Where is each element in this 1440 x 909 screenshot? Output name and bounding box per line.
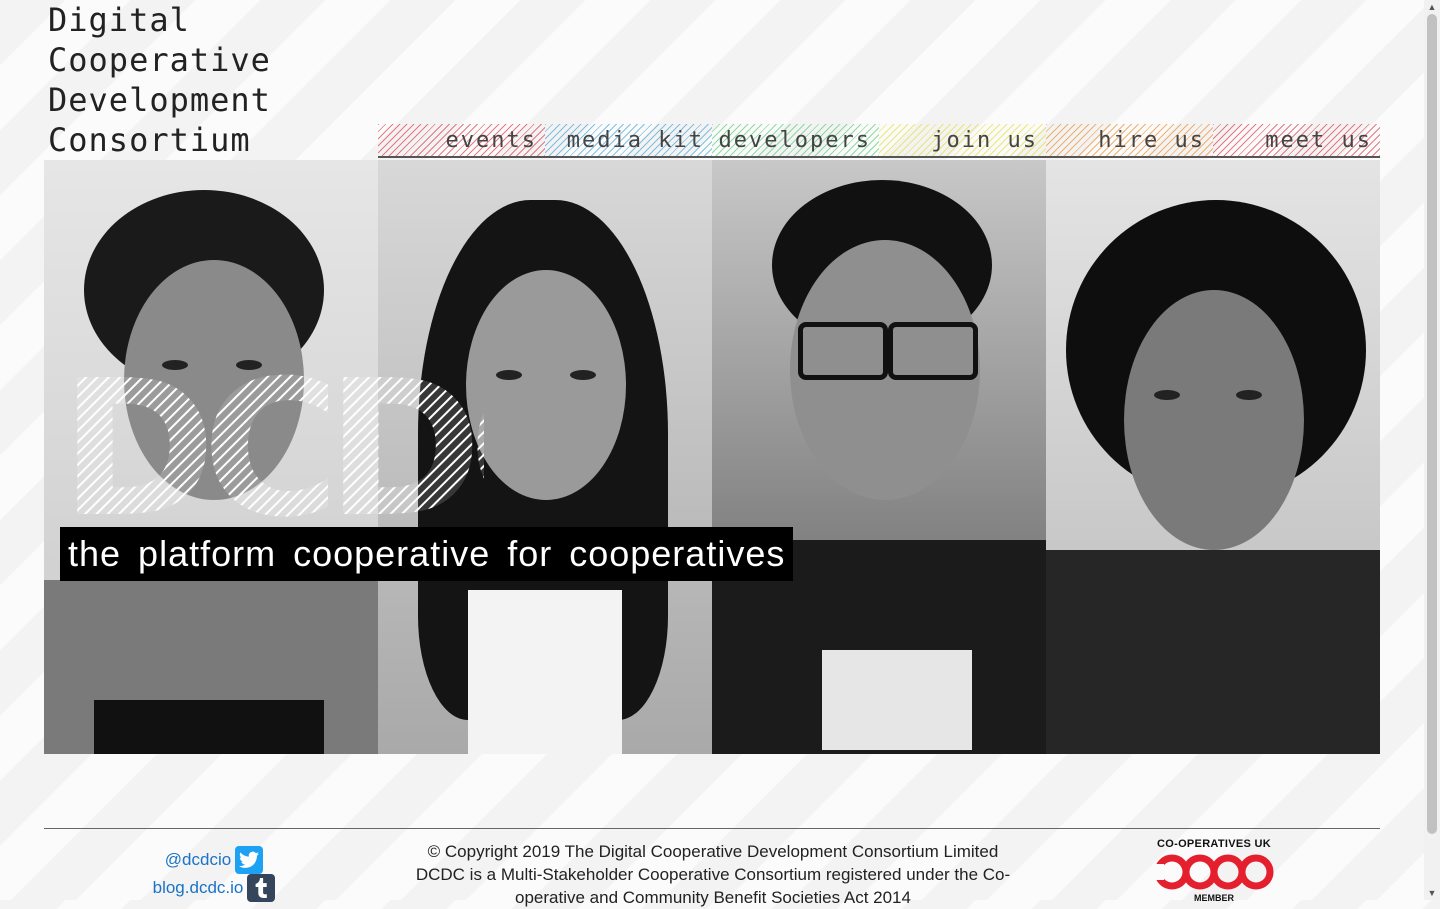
footer-divider xyxy=(44,828,1380,829)
site-title[interactable]: Digital Cooperative Development Consorti… xyxy=(48,0,378,160)
blog-link[interactable]: blog.dcdc.io xyxy=(144,874,284,902)
nav-item-label: media kit xyxy=(566,128,704,153)
legal-text: DCDC is a Multi-Stakeholder Cooperative … xyxy=(415,865,1011,907)
hero-banner: DCDC the platform cooperative for cooper… xyxy=(44,160,1380,754)
scrollbar-thumb[interactable] xyxy=(1427,14,1437,834)
logo-text: DCDC xyxy=(60,368,484,518)
nav-item-label: events xyxy=(445,128,537,153)
nav-item-label: meet us xyxy=(1265,128,1372,153)
social-links: @dcdcio blog.dcdc.io xyxy=(144,846,284,902)
coop-badge-bottom: MEMBER xyxy=(1194,893,1234,903)
coop-badge-top: CO-OPERATIVES UK xyxy=(1157,838,1271,850)
nav-item-media-kit[interactable]: media kit xyxy=(545,124,712,158)
page: Digital Cooperative Development Consorti… xyxy=(44,0,1380,907)
twitter-link[interactable]: @dcdcio xyxy=(144,846,284,874)
site-title-line-2: Cooperative xyxy=(48,41,271,79)
coop-logo-icon xyxy=(1152,854,1274,890)
twitter-icon xyxy=(235,846,264,874)
scroll-down-arrow-icon[interactable]: ▼ xyxy=(1427,888,1437,898)
dcdc-logo-mark: DCDC xyxy=(60,368,484,518)
nav-item-events[interactable]: events xyxy=(378,124,545,158)
site-title-line-1: Digital xyxy=(48,1,190,39)
nav-item-developers[interactable]: developers xyxy=(712,124,879,158)
twitter-link-label: @dcdcio xyxy=(164,850,232,869)
nav-item-label: hire us xyxy=(1098,128,1205,153)
copyright-text: © Copyright 2019 The Digital Cooperative… xyxy=(427,842,999,861)
scroll-up-arrow-icon[interactable]: ▲ xyxy=(1427,2,1437,12)
blog-link-label: blog.dcdc.io xyxy=(152,878,244,897)
nav-item-join-us[interactable]: join us xyxy=(879,124,1046,158)
nav-item-meet-us[interactable]: meet us xyxy=(1213,124,1380,158)
nav-item-label: developers xyxy=(718,128,871,153)
footer-legal: © Copyright 2019 The Digital Cooperative… xyxy=(388,840,1038,909)
main-nav: events media kit developers join us hire… xyxy=(378,124,1380,160)
nav-item-hire-us[interactable]: hire us xyxy=(1046,124,1213,158)
nav-item-label: join us xyxy=(931,128,1038,153)
site-title-line-3: Development xyxy=(48,81,271,119)
team-photo-3 xyxy=(712,160,1046,754)
page-scrollbar[interactable]: ▲ ▼ xyxy=(1424,0,1440,900)
tumblr-icon xyxy=(247,874,276,902)
team-photo-4 xyxy=(1046,160,1380,754)
hero-tagline: the platform cooperative for cooperative… xyxy=(60,527,794,581)
coop-member-badge[interactable]: CO-OPERATIVES UK MEMBER xyxy=(1152,838,1276,903)
site-title-line-4: Consortium xyxy=(48,121,251,159)
